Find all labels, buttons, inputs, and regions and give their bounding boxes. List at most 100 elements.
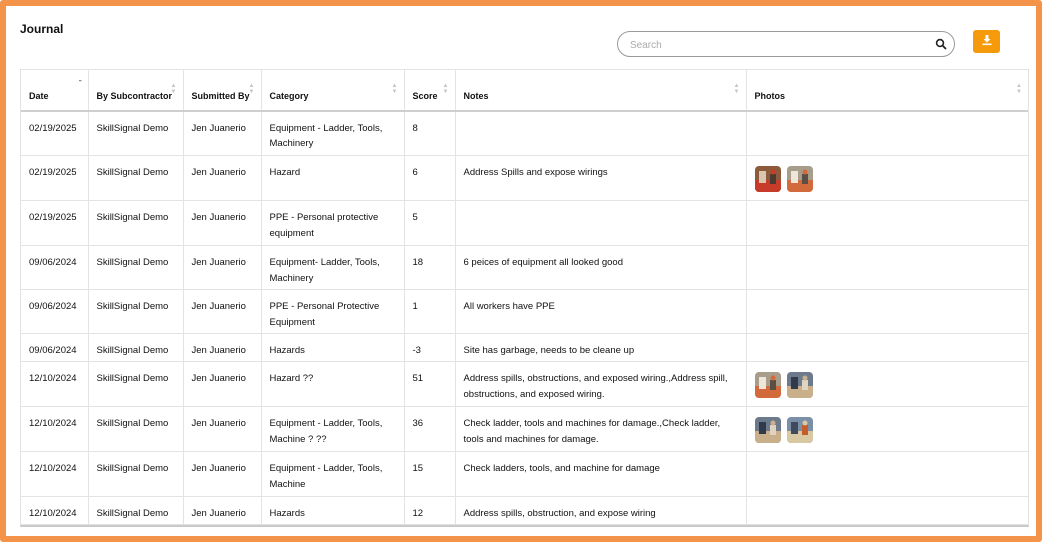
photo-thumbnail[interactable] [754,166,781,192]
table-row[interactable]: 02/19/2025 SkillSignal Demo Jen Juanerio Ha… [21,155,1028,201]
cell-submitted-by: Jen Juanerio [183,333,262,362]
column-header-label: Date [29,90,49,101]
cell-submitted-by: Jen Juanerio [183,110,262,156]
table-row[interactable]: 02/19/2025 SkillSignal Demo Jen Juanerio Eq… [21,110,1028,156]
cell-category: PPE - Personal protective equipment [261,200,405,246]
cell-submitted-by: Jen Juanerio [183,451,262,497]
photo-thumbnail[interactable] [754,417,781,443]
column-header-label: Photos [754,90,786,101]
sort-icon[interactable]: ▲ ▼ [734,83,740,95]
cell-score: 18 [404,245,456,290]
cell-notes: All workers have PPE [455,289,747,334]
table-row[interactable]: 02/19/2025 SkillSignal Demo Jen Juanerio PP… [21,200,1028,246]
photo-thumbnail[interactable] [786,417,813,443]
table-row[interactable]: 09/06/2024 SkillSignal Demo Jen Juanerio Eq… [21,245,1028,290]
cell-submitted-by: Jen Juanerio [183,245,262,290]
cell-photos [746,496,1028,525]
cell-subcontractor: SkillSignal Demo [88,200,184,246]
cell-date: 12/10/2024 [21,361,89,407]
sort-icon[interactable]: ▲ ▼ [443,83,449,95]
cell-date: 12/10/2024 [21,406,89,452]
cell-date: 09/06/2024 [21,289,89,334]
search-input[interactable] [628,37,922,53]
cell-date: 12/10/2024 [21,451,89,497]
search-icon[interactable] [935,38,947,50]
cell-subcontractor: SkillSignal Demo [88,451,184,497]
column-header-score[interactable]: Score ▲ ▼ [404,69,456,112]
sort-icon[interactable]: ▲ ▼ [1016,83,1022,95]
cell-score: 51 [404,361,456,407]
cell-submitted-by: Jen Juanerio [183,406,262,452]
cell-date: 09/06/2024 [21,333,89,362]
column-header-label: Submitted By [191,90,250,101]
cell-date: 02/19/2025 [21,110,89,156]
cell-photos [746,333,1028,362]
cell-subcontractor: SkillSignal Demo [88,406,184,452]
cell-submitted-by: Jen Juanerio [183,289,262,334]
cell-score: -3 [404,333,456,362]
journal-panel: Journal DateˉBy Subcontractor▲▼S [0,0,1042,542]
table-header-row: Date ˉ By Subcontractor ▲ ▼ Submitted By ▲ ▼ Cat… [21,69,1028,112]
column-header-notes[interactable]: Notes ▲ ▼ [455,69,747,112]
sort-icon[interactable]: ▲ ▼ [171,83,177,95]
cell-photos [746,361,1028,407]
cell-date: 02/19/2025 [21,200,89,246]
cell-score: 15 [404,451,456,497]
photo-thumbnail[interactable] [754,372,781,398]
column-header-label: Category [269,90,309,101]
table-row[interactable]: 09/06/2024 SkillSignal Demo Jen Juanerio Ha… [21,333,1028,362]
photo-thumbnail[interactable] [786,372,813,398]
cell-subcontractor: SkillSignal Demo [88,496,184,525]
cell-category: Hazards [261,496,405,525]
download-button[interactable] [973,30,1000,53]
column-header-subcontractor[interactable]: By Subcontractor ▲ ▼ [88,69,184,112]
sort-icon[interactable]: ▲ ▼ [392,83,398,95]
column-header-label: Score [412,90,438,101]
journal-table: Date ˉ By Subcontractor ▲ ▼ Submitted By ▲ ▼ Cat… [20,69,1029,527]
column-header-date[interactable]: Date ˉ [21,69,89,112]
table-row[interactable]: 12/10/2024 SkillSignal Demo Jen Juanerio Ha… [21,361,1028,407]
table-row[interactable]: 12/10/2024 SkillSignal Demo Jen Juanerio Eq… [21,451,1028,497]
photo-thumbnail[interactable] [786,166,813,192]
cell-category: Equipment- Ladder, Tools, Machinery [261,245,405,290]
cell-score: 5 [404,200,456,246]
cell-notes: Check ladder, tools and machines for dam… [455,406,747,452]
cell-category: PPE - Personal Protective Equipment [261,289,405,334]
cell-subcontractor: SkillSignal Demo [88,333,184,362]
cell-subcontractor: SkillSignal Demo [88,155,184,201]
cell-notes: Address Spills and expose wirings [455,155,747,201]
cell-category: Hazard [261,155,405,201]
cell-notes: 6 peices of equipment all looked good [455,245,747,290]
cell-notes [455,110,747,156]
cell-notes: Check ladders, tools, and machine for da… [455,451,747,497]
cell-subcontractor: SkillSignal Demo [88,361,184,407]
cell-date: 12/10/2024 [21,496,89,525]
sort-icon[interactable]: ˉ [79,80,82,88]
table-row[interactable]: 12/10/2024 SkillSignal Demo Jen Juanerio Eq… [21,406,1028,452]
table-body: 02/19/2025 SkillSignal Demo Jen Juanerio Eq… [21,110,1028,525]
column-header-submitted-by[interactable]: Submitted By ▲ ▼ [183,69,262,112]
cell-photos [746,289,1028,334]
cell-photos [746,155,1028,201]
cell-photos [746,451,1028,497]
cell-notes: Address spills, obstructions, and expose… [455,361,747,407]
column-header-category[interactable]: Category ▲ ▼ [261,69,405,112]
sort-icon[interactable]: ▲ ▼ [249,83,255,95]
column-header-label: By Subcontractor [96,90,173,101]
cell-subcontractor: SkillSignal Demo [88,110,184,156]
cell-category: Equipment - Ladder, Tools, Machine [261,451,405,497]
cell-score: 12 [404,496,456,525]
cell-category: Hazard ?? [261,361,405,407]
column-header-label: Notes [463,90,489,101]
search-box[interactable] [617,31,955,57]
cell-score: 36 [404,406,456,452]
table-row[interactable]: 12/10/2024 SkillSignal Demo Jen Juanerio Ha… [21,496,1028,525]
cell-date: 09/06/2024 [21,245,89,290]
column-header-photos[interactable]: Photos ▲ ▼ [746,69,1028,112]
table-row[interactable]: 09/06/2024 SkillSignal Demo Jen Juanerio PP… [21,289,1028,334]
cell-photos [746,110,1028,156]
cell-category: Equipment - Ladder, Tools, Machinery [261,110,405,156]
cell-submitted-by: Jen Juanerio [183,361,262,407]
cell-notes: Address spills, obstruction, and expose … [455,496,747,525]
cell-category: Equipment - Ladder, Tools, Machine ? ?? [261,406,405,452]
